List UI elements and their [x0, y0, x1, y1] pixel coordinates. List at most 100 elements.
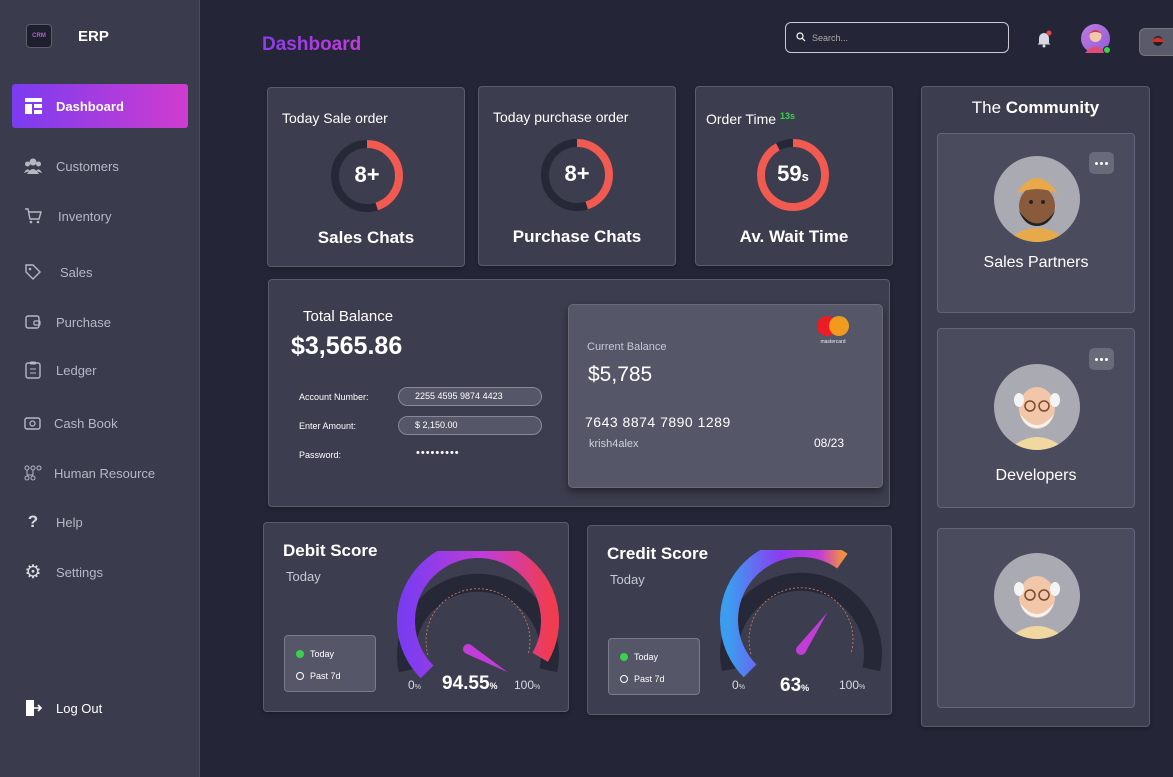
user-avatar[interactable]	[1081, 24, 1111, 54]
credit-max-value: 100	[839, 678, 860, 692]
notification-button[interactable]	[1035, 30, 1053, 53]
debit-gauge	[397, 551, 559, 679]
dot-icon	[1105, 161, 1108, 165]
total-balance-label: Total Balance	[303, 308, 394, 325]
account-number-field[interactable]: 2255 4595 9874 4423	[398, 387, 542, 406]
community-card-3[interactable]	[937, 528, 1135, 708]
gear-icon: ⚙	[24, 561, 42, 583]
password-field[interactable]: •••••••••	[416, 447, 460, 459]
total-balance-value: $3,565.86	[291, 332, 403, 360]
search-box[interactable]	[785, 22, 1009, 53]
legend-past-7d[interactable]: Past 7d	[620, 674, 665, 684]
sidebar-item-dashboard[interactable]: Dashboard	[12, 84, 188, 128]
sidebar-item-label: Customers	[56, 158, 119, 174]
community-title-bold: Community	[1005, 98, 1100, 117]
password-label: Password:	[299, 450, 342, 460]
legend-label: Today	[310, 649, 335, 659]
credit-score-card: Credit Score Today Today Past 7d 0% 63% …	[587, 525, 892, 715]
more-options-button[interactable]	[1089, 348, 1114, 370]
more-options-button[interactable]	[1089, 152, 1114, 174]
community-card-developers[interactable]: Developers	[937, 328, 1135, 508]
question-icon: ?	[27, 512, 39, 531]
credit-min: 0%	[732, 678, 745, 692]
sidebar-item-label: Settings	[56, 564, 103, 580]
dot-icon	[1100, 161, 1103, 165]
stat-label: Today purchase order	[493, 109, 629, 125]
credit-max: 100%	[839, 678, 865, 692]
user-badge-icon	[1148, 34, 1168, 55]
amount-field[interactable]: $ 2,150.00	[398, 416, 542, 435]
sidebar-item-purchase[interactable]: Purchase	[12, 300, 188, 344]
community-card-label: Sales Partners	[983, 254, 1089, 271]
app-title: ERP	[78, 28, 109, 45]
stat-value: 59s	[755, 161, 831, 187]
sidebar-item-settings[interactable]: ⚙ Settings	[12, 550, 188, 594]
credit-max-unit: %	[859, 684, 866, 691]
credit-legend: Today Past 7d	[608, 638, 700, 695]
debit-value: 94.55%	[442, 673, 498, 695]
sidebar-item-ledger[interactable]: Ledger	[12, 348, 188, 392]
debit-gauge-hub	[463, 644, 473, 654]
sidebar-item-label: Inventory	[58, 208, 112, 224]
sidebar-item-label: Human Resource	[54, 465, 156, 481]
credit-value: 63%	[780, 675, 809, 697]
app-logo[interactable]: CRM	[26, 24, 52, 48]
legend-label: Past 7d	[310, 671, 341, 681]
legend-today[interactable]: Today	[296, 649, 334, 659]
page-title: Dashboard	[262, 34, 362, 55]
debit-score-card: Debit Score Today Today Past 7d 0% 94.55…	[263, 522, 569, 712]
logout-button[interactable]: Log Out	[12, 686, 188, 730]
search-input[interactable]	[812, 32, 992, 43]
stat-badge: 13s	[780, 111, 796, 121]
sidebar-item-cash-book[interactable]: Cash Book	[12, 401, 188, 445]
dashboard-icon	[22, 95, 44, 117]
stat-label-text: Order Time	[706, 111, 777, 127]
stat-title: Sales Chats	[317, 228, 415, 247]
credit-score-title: Credit Score	[607, 544, 709, 563]
dot-icon	[1105, 357, 1108, 361]
cart-icon	[22, 205, 44, 227]
users-icon	[22, 155, 44, 177]
stat-title: Purchase Chats	[512, 227, 642, 246]
balance-panel: Total Balance $3,565.86 Account Number: …	[268, 279, 890, 507]
credit-gauge	[720, 550, 882, 678]
progress-ring: 8+	[539, 137, 615, 213]
stat-value: 8+	[564, 161, 590, 186]
profile-menu-button[interactable]	[1139, 28, 1173, 56]
credit-score-period: Today	[610, 572, 645, 587]
credit-min-value: 0	[732, 678, 739, 692]
credit-card[interactable]: mastercard Current Balance $5,785 7643 8…	[568, 304, 883, 488]
dot-icon	[1095, 357, 1098, 361]
debit-legend: Today Past 7d	[284, 635, 376, 692]
legend-past-7d[interactable]: Past 7d	[296, 671, 341, 681]
legend-today[interactable]: Today	[620, 652, 658, 662]
community-card-sales-partners[interactable]: Sales Partners	[937, 133, 1135, 313]
org-chart-icon	[22, 462, 44, 484]
clipboard-icon	[22, 359, 44, 381]
avatar-portrait	[1008, 387, 1066, 450]
sidebar-item-label: Dashboard	[56, 98, 124, 114]
card-holder: krish4alex	[589, 438, 639, 450]
account-number-label: Account Number:	[299, 392, 369, 402]
sidebar-item-inventory[interactable]: Inventory	[12, 194, 188, 238]
debit-max-unit: %	[534, 684, 541, 691]
sidebar: CRM ERP Dashboard Customers Inventory Sa…	[0, 0, 200, 777]
sidebar-item-human-resource[interactable]: Human Resource	[12, 451, 188, 495]
stat-label: Today Sale order	[282, 110, 388, 126]
sidebar-item-help[interactable]: ? Help	[12, 500, 188, 544]
avatar-portrait	[1004, 178, 1070, 242]
sidebar-item-sales[interactable]: Sales	[12, 250, 188, 294]
avatar	[994, 156, 1080, 242]
stat-value-unit: s	[801, 169, 809, 184]
debit-value-unit: %	[489, 681, 498, 691]
debit-min: 0%	[408, 678, 421, 692]
card-expiry: 08/23	[814, 436, 845, 450]
stat-label: Order Time 13s	[706, 111, 795, 127]
debit-score-period: Today	[286, 569, 321, 584]
legend-dot	[620, 653, 628, 661]
progress-ring: 8+	[329, 138, 405, 214]
sidebar-item-label: Sales	[60, 264, 93, 280]
sidebar-item-customers[interactable]: Customers	[12, 144, 188, 188]
search-icon	[796, 29, 806, 47]
bell-icon	[1035, 30, 1053, 52]
